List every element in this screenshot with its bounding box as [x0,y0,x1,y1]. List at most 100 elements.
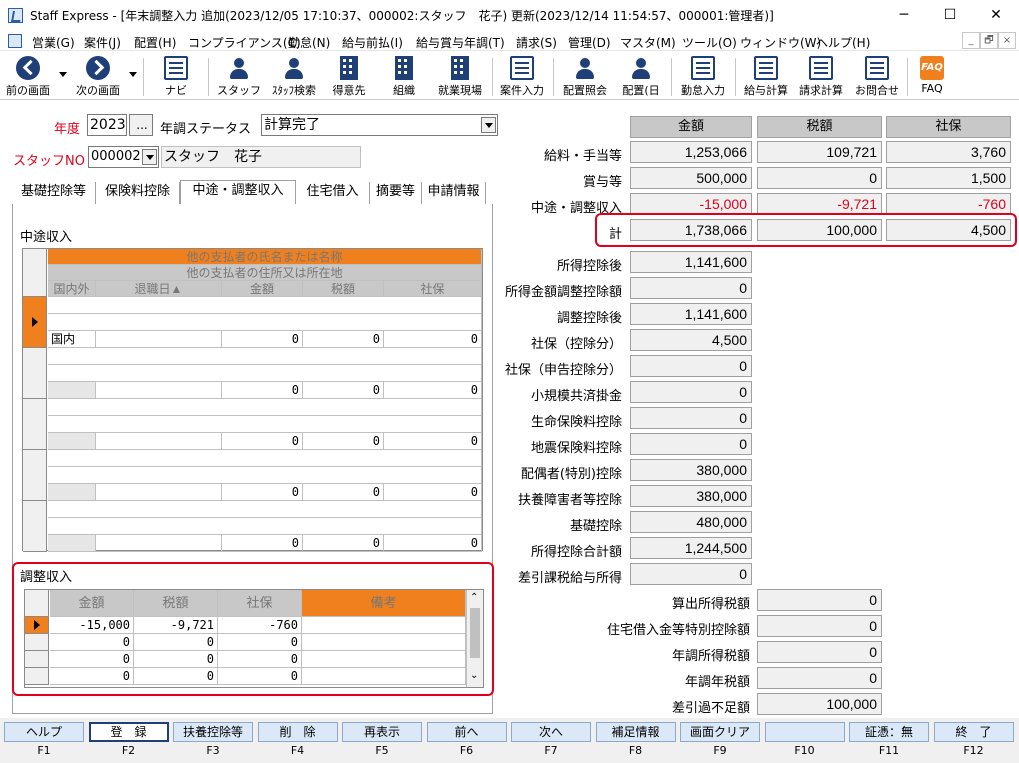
chuto-tax-cell[interactable]: 0 [303,331,384,348]
col-shaho[interactable]: 社保 [384,281,482,297]
chuto-amount-cell[interactable]: 0 [222,484,303,501]
menu-kintai[interactable]: 勤怠(N) [288,34,330,51]
chosei-col-amount[interactable]: 金額 [50,590,134,617]
worksite-button[interactable]: 就業現場 [432,54,488,98]
menu-eigyo[interactable]: 営業(G) [32,34,75,51]
chosei-amount-cell[interactable]: 0 [50,651,134,668]
fkey-evidence-button[interactable]: 証憑：無 [849,722,929,742]
chuto-kokunai-cell[interactable]: 国内 [48,331,96,348]
minimize-button[interactable]: ─ [881,0,927,31]
col-kokunai[interactable]: 国内外 [48,281,96,297]
org-button[interactable]: 組織 [381,54,427,98]
chuto-date-cell[interactable] [96,484,222,501]
menu-kyuyo[interactable]: 給与賞与年調(T) [416,34,505,51]
fkey-exit-button[interactable]: 終 了 [933,722,1014,742]
client-button[interactable]: 得意先 [326,54,372,98]
chosei-tax-cell[interactable]: 0 [134,651,218,668]
fkey-register-button[interactable]: 登 録 [88,722,169,742]
row-selector[interactable] [23,450,47,501]
menu-master[interactable]: マスタ(M) [620,34,676,51]
row-selector[interactable] [25,668,49,685]
year-picker-button[interactable]: ... [129,114,153,136]
chosei-note-cell[interactable] [302,634,466,651]
placement-inquiry-button[interactable]: 配置照会 [558,54,612,98]
chosei-scrollbar[interactable]: ⌃ ⌄ [466,590,483,687]
chuto-amount-cell[interactable]: 0 [222,331,303,348]
chuto-address-cell[interactable] [48,314,482,331]
attendance-entry-button[interactable]: 勤怠入力 [676,54,730,98]
chuto-date-cell[interactable] [96,382,222,399]
chuto-name-cell[interactable] [48,501,482,518]
chuto-date-cell[interactable] [96,535,222,552]
chosei-note-cell[interactable] [302,651,466,668]
menu-window[interactable]: ウィンドウ(W) [740,34,821,51]
chosei-shaho-cell[interactable]: 0 [218,651,302,668]
fkey-refresh-button[interactable]: 再表示 [342,722,422,742]
chuto-name-cell[interactable] [48,348,482,365]
billing-calc-button[interactable]: 請求計算 [795,54,847,98]
navi-button[interactable]: ナビ [154,54,198,98]
row-selector[interactable] [23,297,47,348]
scroll-thumb[interactable] [470,608,480,658]
row-selector[interactable] [23,348,47,399]
chuto-name-cell[interactable] [48,297,482,314]
menu-anken[interactable]: 案件(J) [84,34,121,51]
chevron-up-icon[interactable]: ⌃ [470,592,478,603]
fkey-supplement-button[interactable]: 補足情報 [595,722,676,742]
chuto-amount-cell[interactable]: 0 [222,535,303,552]
staff-search-button[interactable]: ｽﾀｯﾌ検索 [266,54,322,98]
col-retire-date[interactable]: 退職日▲ [96,281,222,297]
fkey-help-button[interactable]: ヘルプ [4,722,84,742]
chuto-kokunai-cell[interactable] [48,535,96,552]
menu-kanri[interactable]: 管理(D) [568,34,611,51]
chuto-date-cell[interactable] [96,433,222,450]
chosei-tax-cell[interactable]: 0 [134,668,218,685]
year-input[interactable]: 2023 [87,114,127,136]
chosei-col-shaho[interactable]: 社保 [218,590,302,617]
menu-haichi[interactable]: 配置(H) [134,34,176,51]
chuto-shaho-cell[interactable]: 0 [384,433,482,450]
row-selector[interactable] [23,501,47,552]
chosei-shaho-cell[interactable]: 0 [218,668,302,685]
chosei-amount-cell[interactable]: 0 [50,634,134,651]
case-entry-button[interactable]: 案件入力 [496,54,548,98]
chuto-amount-cell[interactable]: 0 [222,382,303,399]
chuto-shaho-cell[interactable]: 0 [384,484,482,501]
chuto-shaho-cell[interactable]: 0 [384,535,482,552]
chosei-note-cell[interactable] [302,668,466,685]
faq-button[interactable]: FAQ FAQ [912,54,952,98]
back-button[interactable]: 前の画面 [2,54,54,98]
chuto-address-cell[interactable] [48,365,482,382]
status-select[interactable]: 計算完了 [261,114,498,136]
col-tax[interactable]: 税額 [303,281,384,297]
chuto-address-cell[interactable] [48,467,482,484]
tab-hoken[interactable]: 保険料控除 [96,182,180,204]
document-icon[interactable] [8,34,22,48]
chosei-amount-cell[interactable]: 0 [50,668,134,685]
menu-compliance[interactable]: コンプライアンス(C) [188,34,301,51]
chuto-shaho-cell[interactable]: 0 [384,331,482,348]
staff-button[interactable]: スタッフ [216,54,262,98]
chuto-amount-cell[interactable]: 0 [222,433,303,450]
fkey-delete-button[interactable]: 削 除 [257,722,338,742]
chuto-tax-cell[interactable]: 0 [303,484,384,501]
menu-seikyu[interactable]: 請求(S) [516,34,557,51]
row-selector[interactable] [25,617,49,634]
chuto-address-cell[interactable] [48,518,482,535]
chuto-grid[interactable]: 他の支払者の氏名または名称 他の支払者の住所又は所在地 国内外 退職日▲ 金額 … [22,248,483,552]
chuto-address-cell[interactable] [48,416,482,433]
forward-dropdown-icon[interactable] [129,72,137,77]
chuto-date-cell[interactable] [96,331,222,348]
mdi-close-button[interactable]: × [998,32,1016,49]
chosei-amount-cell[interactable]: -15,000 [50,617,134,634]
chevron-down-icon[interactable] [481,117,496,133]
chuto-kokunai-cell[interactable] [48,484,96,501]
close-button[interactable]: ✕ [973,0,1019,31]
row-selector[interactable] [23,399,47,450]
placement-day-button[interactable]: 配置(日 [616,54,666,98]
payroll-calc-button[interactable]: 給与計算 [740,54,792,98]
staff-no-select[interactable]: 000002 [88,146,159,168]
tab-chuto-chosei[interactable]: 中途・調整収入 [180,180,296,204]
menu-maebarai[interactable]: 給与前払(I) [342,34,403,51]
chosei-shaho-cell[interactable]: 0 [218,634,302,651]
